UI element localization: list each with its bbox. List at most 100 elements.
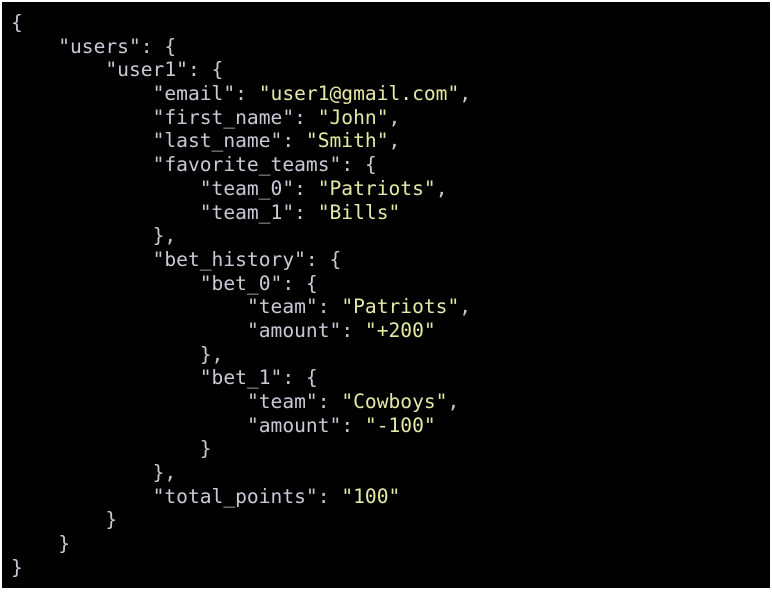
code-line: } <box>11 508 471 532</box>
code-line: { <box>11 11 471 35</box>
code-line: "first_name": "John", <box>11 106 471 130</box>
code-line: "bet_history": { <box>11 248 471 272</box>
json-key: "last_name" <box>152 129 283 153</box>
code-line: "favorite_teams": { <box>11 153 471 177</box>
json-key: "team_1" <box>199 200 295 224</box>
json-punctuation: } <box>105 508 118 532</box>
json-punctuation: }, <box>199 342 224 366</box>
json-punctuation: { <box>11 11 23 34</box>
json-punctuation: : { <box>305 247 342 271</box>
json-key: "amount" <box>246 318 342 342</box>
json-punctuation: , <box>459 82 472 106</box>
json-key: "users" <box>58 34 141 58</box>
json-key: "first_name" <box>152 105 295 129</box>
code-line: "amount": "-100" <box>11 414 471 438</box>
code-line: "users": { <box>11 35 471 59</box>
json-key: "bet_1" <box>199 366 283 390</box>
code-line: }, <box>11 224 471 248</box>
code-line: "team": "Patriots", <box>11 295 471 319</box>
json-key: "team" <box>246 295 318 319</box>
json-punctuation: : { <box>187 58 224 82</box>
json-string-value: "100" <box>341 484 401 508</box>
code-line: "user1": { <box>11 58 471 82</box>
code-line: "team_1": "Bills" <box>11 201 471 225</box>
json-key: "bet_history" <box>152 247 306 271</box>
json-punctuation: , <box>388 129 401 153</box>
json-punctuation: : <box>282 129 306 153</box>
json-punctuation: : <box>294 176 318 200</box>
code-line: } <box>11 532 471 556</box>
json-punctuation: : <box>294 200 318 224</box>
code-line: }, <box>11 461 471 485</box>
json-punctuation: } <box>199 437 212 461</box>
json-string-value: "+200" <box>364 318 436 342</box>
code-line: "bet_1": { <box>11 366 471 390</box>
code-line: "bet_0": { <box>11 272 471 296</box>
code-line: "team_0": "Patriots", <box>11 177 471 201</box>
json-string-value: "-100" <box>364 413 436 437</box>
json-string-value: "Smith" <box>305 129 389 153</box>
json-punctuation: } <box>11 555 23 579</box>
json-punctuation: }, <box>152 461 177 485</box>
json-string-value: "Patriots" <box>341 295 460 319</box>
json-string-value: "Cowboys" <box>341 390 448 413</box>
json-key: "email" <box>152 82 236 106</box>
json-punctuation: , <box>459 295 472 319</box>
code-line: }, <box>11 343 471 367</box>
code-line: "amount": "+200" <box>11 319 471 343</box>
json-punctuation: : <box>317 484 342 508</box>
json-punctuation: , <box>388 105 401 129</box>
json-punctuation: : <box>235 82 259 106</box>
json-key: "user1" <box>105 58 188 82</box>
code-line: } <box>11 556 471 580</box>
code-line: "team": "Cowboys", <box>11 390 471 414</box>
code-line: } <box>11 437 471 461</box>
json-key: "team" <box>246 390 318 413</box>
json-key: "amount" <box>246 413 342 437</box>
json-key: "total_points" <box>152 484 318 508</box>
json-key: "bet_0" <box>199 271 283 295</box>
json-key: "team_0" <box>199 176 295 200</box>
json-punctuation: : { <box>282 366 318 390</box>
json-punctuation: }, <box>152 224 177 248</box>
json-punctuation: : { <box>140 34 177 58</box>
code-line: "last_name": "Smith", <box>11 129 471 153</box>
json-punctuation: } <box>58 532 70 556</box>
json-punctuation: : <box>341 413 365 437</box>
code-line: "email": "user1@gmail.com", <box>11 82 472 106</box>
json-punctuation: : <box>317 295 342 319</box>
json-punctuation: : <box>294 105 318 129</box>
json-string-value: "Patriots" <box>317 176 436 200</box>
json-punctuation: : <box>341 318 365 342</box>
json-string-value: "Bills" <box>317 200 401 224</box>
code-viewer: { "users": { "user1": { "email": "user1@… <box>2 2 770 588</box>
json-code-block: { "users": { "user1": { "email": "user1@… <box>11 11 471 580</box>
json-punctuation: : { <box>282 271 318 295</box>
json-string-value: "user1@gmail.com" <box>258 82 460 106</box>
json-punctuation: : { <box>341 153 377 177</box>
json-string-value: "John" <box>317 105 389 129</box>
json-punctuation: , <box>435 176 448 200</box>
json-punctuation: , <box>447 390 460 413</box>
json-punctuation: : <box>317 390 342 413</box>
